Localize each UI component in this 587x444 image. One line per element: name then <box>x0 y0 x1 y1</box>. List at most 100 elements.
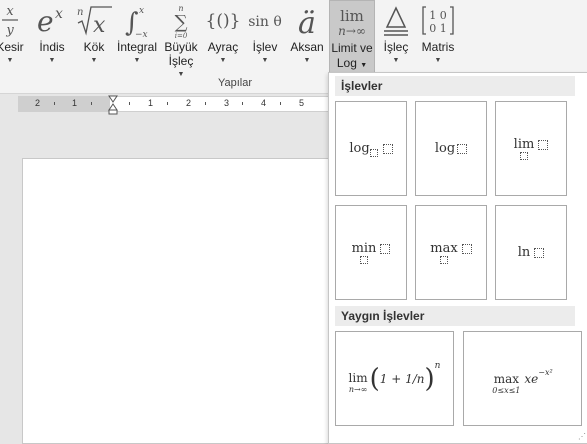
function-name: max <box>430 241 458 256</box>
limit-subscript: n→∞ <box>348 385 368 394</box>
chevron-down-icon: ▼ <box>48 57 56 64</box>
expression-text: xe <box>524 371 539 386</box>
function-stack: lim <box>513 137 535 160</box>
fraction-button[interactable]: xy Kesir ▼ <box>0 0 24 76</box>
exponent: −x² <box>538 368 553 377</box>
chevron-down-icon: ▼ <box>434 57 442 64</box>
function-tile-ln[interactable]: ln <box>495 205 567 300</box>
operator-button[interactable]: İşleç ▼ <box>378 0 414 76</box>
ruler-number: 3 <box>224 98 230 108</box>
ruler-number: 4 <box>261 98 267 108</box>
function-stack: min <box>351 241 377 264</box>
common-function-limit[interactable]: lim n→∞ ( 1 + 1/n ) n <box>335 331 454 426</box>
accent-icon: ä <box>288 0 326 40</box>
matrix-label: Matris <box>421 40 455 54</box>
function-tile-log[interactable]: log <box>415 101 487 196</box>
bracket-label: Ayraç <box>207 40 239 54</box>
placeholder-box <box>520 152 528 160</box>
integral-label: İntegral <box>116 40 158 54</box>
chevron-down-icon: ▼ <box>360 62 368 69</box>
operator-icon <box>378 0 414 40</box>
svg-text:n→∞: n→∞ <box>338 24 366 38</box>
function-label: İşlev <box>252 40 278 54</box>
svg-text:ä: ä <box>298 6 316 39</box>
chevron-down-icon: ▼ <box>303 57 311 64</box>
svg-text:n: n <box>77 7 83 18</box>
limit-log-button[interactable]: lim n→∞ Limit ve Log ▼ <box>329 0 375 73</box>
indent-marker[interactable] <box>108 95 118 115</box>
accent-button[interactable]: ä Aksan ▼ <box>288 0 326 76</box>
ruler-tick <box>242 102 243 105</box>
large-operator-button[interactable]: n ∑ i=0 Büyük İşleç ▼ <box>162 0 200 78</box>
paren-left: ( <box>369 363 380 394</box>
function-tile-min[interactable]: min <box>335 205 407 300</box>
placeholder-box <box>457 143 468 154</box>
placeholder-box <box>534 247 545 258</box>
ruler-tick <box>129 102 130 105</box>
limit-log-label: Limit ve <box>331 41 373 55</box>
chevron-down-icon: ▼ <box>219 57 227 64</box>
svg-text:i=0: i=0 <box>175 32 188 39</box>
section-header-functions: İşlevler <box>335 76 575 96</box>
svg-text:x: x <box>93 13 106 38</box>
integral-icon: ∫ x −x <box>115 0 159 40</box>
limit-log-gallery: İşlevler log log lim min max ln Yaygın İ… <box>328 72 587 444</box>
radical-label: Kök <box>83 40 105 54</box>
function-name: lim <box>513 137 535 152</box>
function-name: lim <box>348 371 368 385</box>
function-name: max <box>493 372 519 386</box>
fraction-label: Kesir <box>0 40 24 54</box>
accent-label: Aksan <box>290 40 324 54</box>
exponent: n <box>434 360 441 371</box>
function-tile-lim[interactable]: lim <box>495 101 567 196</box>
horizontal-ruler[interactable]: 2 1 1 2 3 4 5 <box>18 96 328 112</box>
ruler-number: 2 <box>35 98 41 108</box>
radical-button[interactable]: nx Kök ▼ <box>75 0 113 76</box>
placeholder-box <box>359 256 368 264</box>
function-name: log <box>434 141 456 156</box>
limit-log-label-2: Log ▼ <box>330 56 374 73</box>
function-tile-max[interactable]: max <box>415 205 487 300</box>
radical-icon: nx <box>75 0 113 40</box>
resize-grip-icon[interactable]: ⋰ <box>578 432 586 441</box>
common-function-max[interactable]: max 0≤x≤1 xe −x² <box>463 331 582 426</box>
ruler-number: 1 <box>148 98 154 108</box>
svg-text:e: e <box>37 5 54 38</box>
limit-icon: lim n→∞ <box>330 1 374 41</box>
document-page[interactable] <box>22 158 344 444</box>
section-header-common-functions: Yaygın İşlevler <box>335 306 575 326</box>
large-operator-label-2: İşleç <box>168 54 194 68</box>
ruler-tick <box>205 102 206 105</box>
summation-icon: n ∑ i=0 <box>162 0 200 40</box>
chevron-down-icon: ▼ <box>133 57 141 64</box>
placeholder-box <box>369 148 378 157</box>
ruler-tick <box>280 102 281 105</box>
chevron-down-icon: ▼ <box>392 57 400 64</box>
function-tile-log-base[interactable]: log <box>335 101 407 196</box>
function-name: min <box>351 241 377 256</box>
script-button[interactable]: ex İndis ▼ <box>34 0 70 76</box>
svg-text:−x: −x <box>135 30 148 39</box>
chevron-down-icon: ▼ <box>261 57 269 64</box>
ruler-tick <box>91 102 92 105</box>
expression-text: 1 + 1/n <box>379 371 425 386</box>
chevron-down-icon: ▼ <box>6 57 14 64</box>
placeholder-box <box>380 243 391 254</box>
matrix-button[interactable]: 1 00 1 Matris ▼ <box>418 0 458 76</box>
svg-text:y: y <box>5 23 14 38</box>
paren-right: ) <box>424 363 435 394</box>
limit-log-label-2-text: Log <box>336 56 357 70</box>
function-button[interactable]: sin θ İşlev ▼ <box>246 0 284 76</box>
operator-label: İşleç <box>383 40 409 54</box>
integral-button[interactable]: ∫ x −x İntegral ▼ <box>115 0 159 76</box>
bracket-button[interactable]: {()} Ayraç ▼ <box>203 0 243 76</box>
script-label: İndis <box>39 40 65 54</box>
placeholder-box <box>538 139 549 150</box>
function-stack: max <box>430 241 458 264</box>
script-icon: ex <box>34 0 70 40</box>
ruler-margin <box>18 97 110 111</box>
chevron-down-icon: ▼ <box>90 57 98 64</box>
svg-text:lim: lim <box>340 7 364 25</box>
ruler-number: 2 <box>186 98 192 108</box>
svg-text:1 0: 1 0 <box>429 9 447 22</box>
